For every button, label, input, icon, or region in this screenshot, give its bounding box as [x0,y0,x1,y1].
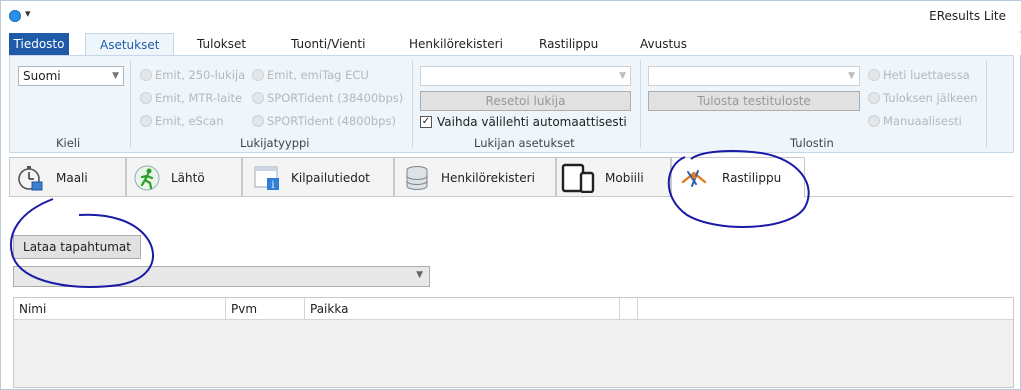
radio-sportident-4800[interactable]: SPORTident (4800bps) [252,113,396,129]
ribbon: Suomi ▼ Kieli Emit, 250-lukija Emit, MTR… [9,55,1014,153]
mobile-devices-icon [561,163,595,193]
grid-header: Nimi Pvm Paikka [14,298,1013,320]
language-select[interactable]: Suomi ▼ [18,66,124,86]
checkmark-icon: ✓ [420,116,432,128]
menu-tab-avustus[interactable]: Avustus [640,33,687,55]
tab-maali[interactable]: Maali [9,157,126,197]
menu-bar: Tiedosto Asetukset Tulokset Tuonti/Vient… [1,33,1021,55]
group-label-lukijatyyppi: Lukijatyyppi [240,136,310,150]
reset-reader-button[interactable]: Resetoi lukija [420,91,631,111]
info-window-icon: i [254,166,279,191]
group-label-tulostin: Tulostin [790,136,834,150]
database-icon [406,166,428,190]
tab-kilpailutiedot-label: Kilpailutiedot [291,171,370,185]
rastilippu-logo-icon [681,170,707,187]
quick-access-dropdown-icon[interactable]: ▾ [25,7,31,20]
group-divider [640,60,641,148]
chevron-down-icon: ▼ [112,71,119,81]
load-events-button[interactable]: Lataa tapahtumat [13,235,141,259]
menu-tab-file[interactable]: Tiedosto [9,33,69,55]
menu-tab-asetukset[interactable]: Asetukset [85,33,175,55]
radio-emit-emitag[interactable]: Emit, emiTag ECU [252,67,369,83]
app-window: ▾ EResults Lite Tiedosto Asetukset Tulok… [0,0,1021,390]
radio-print-immediately[interactable]: Heti luettaessa [868,67,970,83]
tab-rastilippu[interactable]: Rastilippu [671,157,805,198]
group-divider [130,60,131,148]
events-grid[interactable]: Nimi Pvm Paikka [13,297,1014,388]
language-select-value: Suomi [23,69,61,83]
radio-emit-escan[interactable]: Emit, eScan [140,113,224,129]
auto-switch-tab-label: Vaihda välilehti automaattisesti [437,115,627,129]
chevron-down-icon: ▼ [619,71,626,81]
window-title: EResults Lite [929,9,1006,23]
svg-text:i: i [271,180,274,191]
tab-mobiili-label: Mobiili [605,171,644,185]
main-tab-strip: Maali Lähtö i Kilpailutiedot Henkilöreki… [9,157,1014,198]
radio-emit-mtr[interactable]: Emit, MTR-laite [140,90,242,106]
group-divider [986,60,987,148]
test-print-button[interactable]: Tulosta testituloste [648,91,860,111]
group-divider [412,60,413,148]
tab-kilpailutiedot[interactable]: i Kilpailutiedot [242,157,394,197]
event-select[interactable]: ▼ [13,266,430,287]
chevron-down-icon: ▼ [416,270,423,280]
column-header-paikka[interactable]: Paikka [305,298,620,320]
reader-port-select[interactable]: ▼ [420,66,631,86]
tab-lahto-label: Lähtö [171,171,205,185]
menu-tab-rastilippu[interactable]: Rastilippu [539,33,598,55]
tab-lahto[interactable]: Lähtö [126,157,242,197]
tab-rastilippu-label: Rastilippu [722,171,782,185]
tab-henkilorekisteri[interactable]: Henkilörekisteri [394,157,556,197]
app-logo-icon[interactable] [9,10,21,22]
radio-print-after-result[interactable]: Tuloksen jälkeen [868,90,978,106]
tab-henkilorekisteri-label: Henkilörekisteri [441,171,535,185]
rastilippu-panel: Lataa tapahtumat ▼ Nimi Pvm Paikka [9,198,1014,388]
tab-mobiili[interactable]: Mobiili [556,157,671,197]
radio-print-manually[interactable]: Manuaalisesti [868,113,962,129]
chevron-down-icon: ▼ [848,71,855,81]
radio-sportident-38400[interactable]: SPORTident (38400bps) [252,90,403,106]
printer-select[interactable]: ▼ [648,66,860,86]
title-bar: ▾ EResults Lite [1,1,1021,31]
group-label-lukijan-asetukset: Lukijan asetukset [474,136,575,150]
column-header-filler [620,298,638,320]
tab-maali-label: Maali [56,171,88,185]
column-header-pvm[interactable]: Pvm [226,298,305,320]
group-label-kieli: Kieli [56,136,81,150]
runner-icon [134,165,160,191]
menu-tab-tulokset[interactable]: Tulokset [197,33,246,55]
auto-switch-tab-checkbox[interactable]: ✓ Vaihda välilehti automaattisesti [420,114,627,130]
stopwatch-icon [18,166,43,191]
column-header-nimi[interactable]: Nimi [14,298,226,320]
menu-tab-tuonti-vienti[interactable]: Tuonti/Vienti [291,33,365,55]
menu-tab-henkilorekisteri[interactable]: Henkilörekisteri [409,33,503,55]
radio-emit-250[interactable]: Emit, 250-lukija [140,67,245,83]
